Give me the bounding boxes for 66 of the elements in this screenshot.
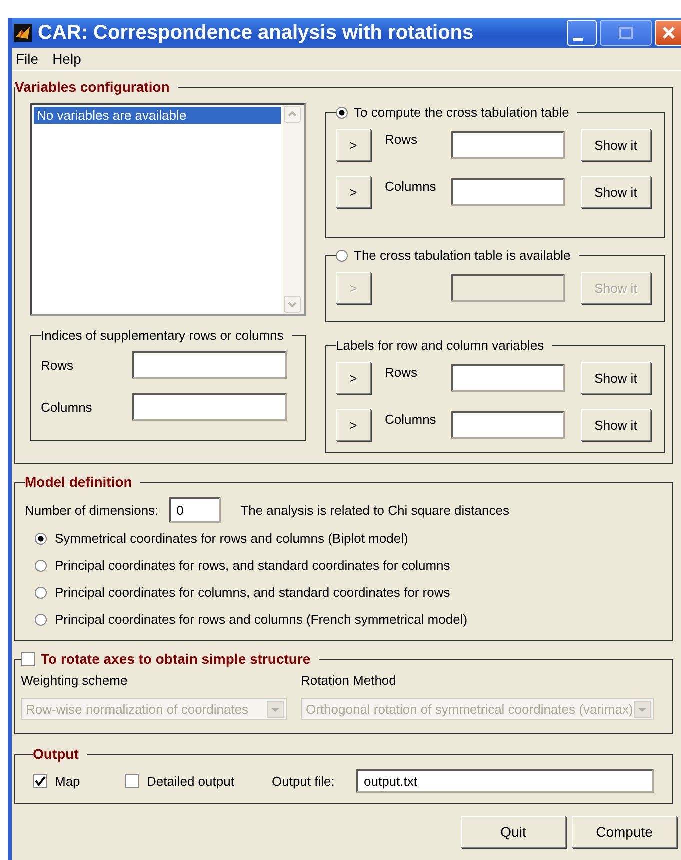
input-field[interactable]: [132, 393, 287, 421]
section-title: To rotate axes to obtain simple structure: [41, 651, 311, 667]
show-button[interactable]: Show it: [581, 176, 651, 208]
show-button[interactable]: Show it: [581, 362, 651, 394]
option-label: Detailed output: [147, 774, 234, 788]
arrow-button[interactable]: >: [336, 176, 371, 208]
list-item[interactable]: No variables are available: [34, 107, 281, 124]
arrow-button[interactable]: >: [336, 362, 371, 394]
radio-button[interactable]: [35, 532, 47, 544]
input-field[interactable]: [451, 364, 565, 392]
group-title: Labels for row and column variables: [336, 338, 544, 353]
option-label: Principal coordinates for rows, and standard coordinates for columns: [55, 558, 450, 573]
section-title: Model definition: [25, 474, 132, 490]
minimize-icon: [573, 38, 583, 40]
radio-button[interactable]: [35, 560, 47, 572]
caret-icon: [267, 700, 284, 718]
action-button[interactable]: Compute: [572, 816, 677, 848]
field-label: Weighting scheme: [21, 673, 129, 688]
option-label: Principal coordinates for columns, and standard coordinates for rows: [55, 585, 450, 600]
menu-item[interactable]: Help: [52, 51, 82, 67]
checkbox[interactable]: [21, 652, 35, 666]
field-label: Columns: [41, 400, 94, 414]
input-field[interactable]: 0: [168, 497, 221, 523]
show-button[interactable]: Show it: [581, 409, 651, 441]
minimize-button[interactable]: [567, 20, 597, 46]
field-label: Rows: [384, 364, 419, 380]
window-title: CAR: Correspondence analysis with rotations: [38, 22, 474, 44]
group-title: Indices of supplementary rows or columns: [41, 328, 284, 343]
radio-button[interactable]: [35, 614, 47, 626]
field-label: Rows: [41, 358, 75, 372]
section-title: Variables configuration: [15, 79, 170, 95]
note-text: The analysis is related to Chi square distances: [240, 502, 510, 518]
maximize-button[interactable]: [600, 20, 652, 46]
field-label: Output file:: [272, 774, 336, 788]
arrow-button[interactable]: >: [336, 409, 371, 441]
field-label: Rows: [384, 132, 419, 146]
radio-button[interactable]: [336, 106, 348, 118]
checkbox[interactable]: [125, 774, 139, 788]
close-icon: [662, 26, 676, 40]
menu-item[interactable]: File: [16, 51, 39, 67]
field-label: Columns: [384, 412, 438, 426]
group-title: To compute the cross tabulation table: [354, 105, 570, 120]
action-button[interactable]: Quit: [461, 816, 566, 848]
checkbox[interactable]: [33, 774, 47, 788]
show-button[interactable]: Show it: [581, 129, 651, 161]
app-icon: [14, 24, 32, 42]
field-label: Number of dimensions:: [25, 502, 159, 518]
field-label: Columns: [384, 178, 438, 194]
field-label: Rotation Method: [301, 673, 398, 688]
caret-icon: [634, 700, 651, 718]
input-field[interactable]: output.txt: [356, 769, 654, 793]
radio-button[interactable]: [35, 586, 47, 598]
option-label: Symmetrical coordinates for rows and columns (Biplot model): [55, 531, 408, 546]
input-field[interactable]: [132, 351, 287, 379]
input-field[interactable]: [451, 131, 565, 159]
close-button[interactable]: [655, 20, 681, 46]
group-title: The cross tabulation table is available: [354, 248, 571, 263]
variable-list[interactable]: No variables are available: [30, 103, 306, 316]
radio-button[interactable]: [336, 250, 348, 262]
maximize-icon: [619, 27, 633, 39]
arrow-button[interactable]: >: [336, 129, 371, 161]
input-field[interactable]: [451, 178, 565, 206]
section-title: Output: [33, 746, 79, 762]
option-label: Map: [55, 774, 80, 788]
input-field[interactable]: [451, 411, 565, 439]
option-label: Principal coordinates for rows and columns (French symmetrical model): [55, 612, 468, 627]
